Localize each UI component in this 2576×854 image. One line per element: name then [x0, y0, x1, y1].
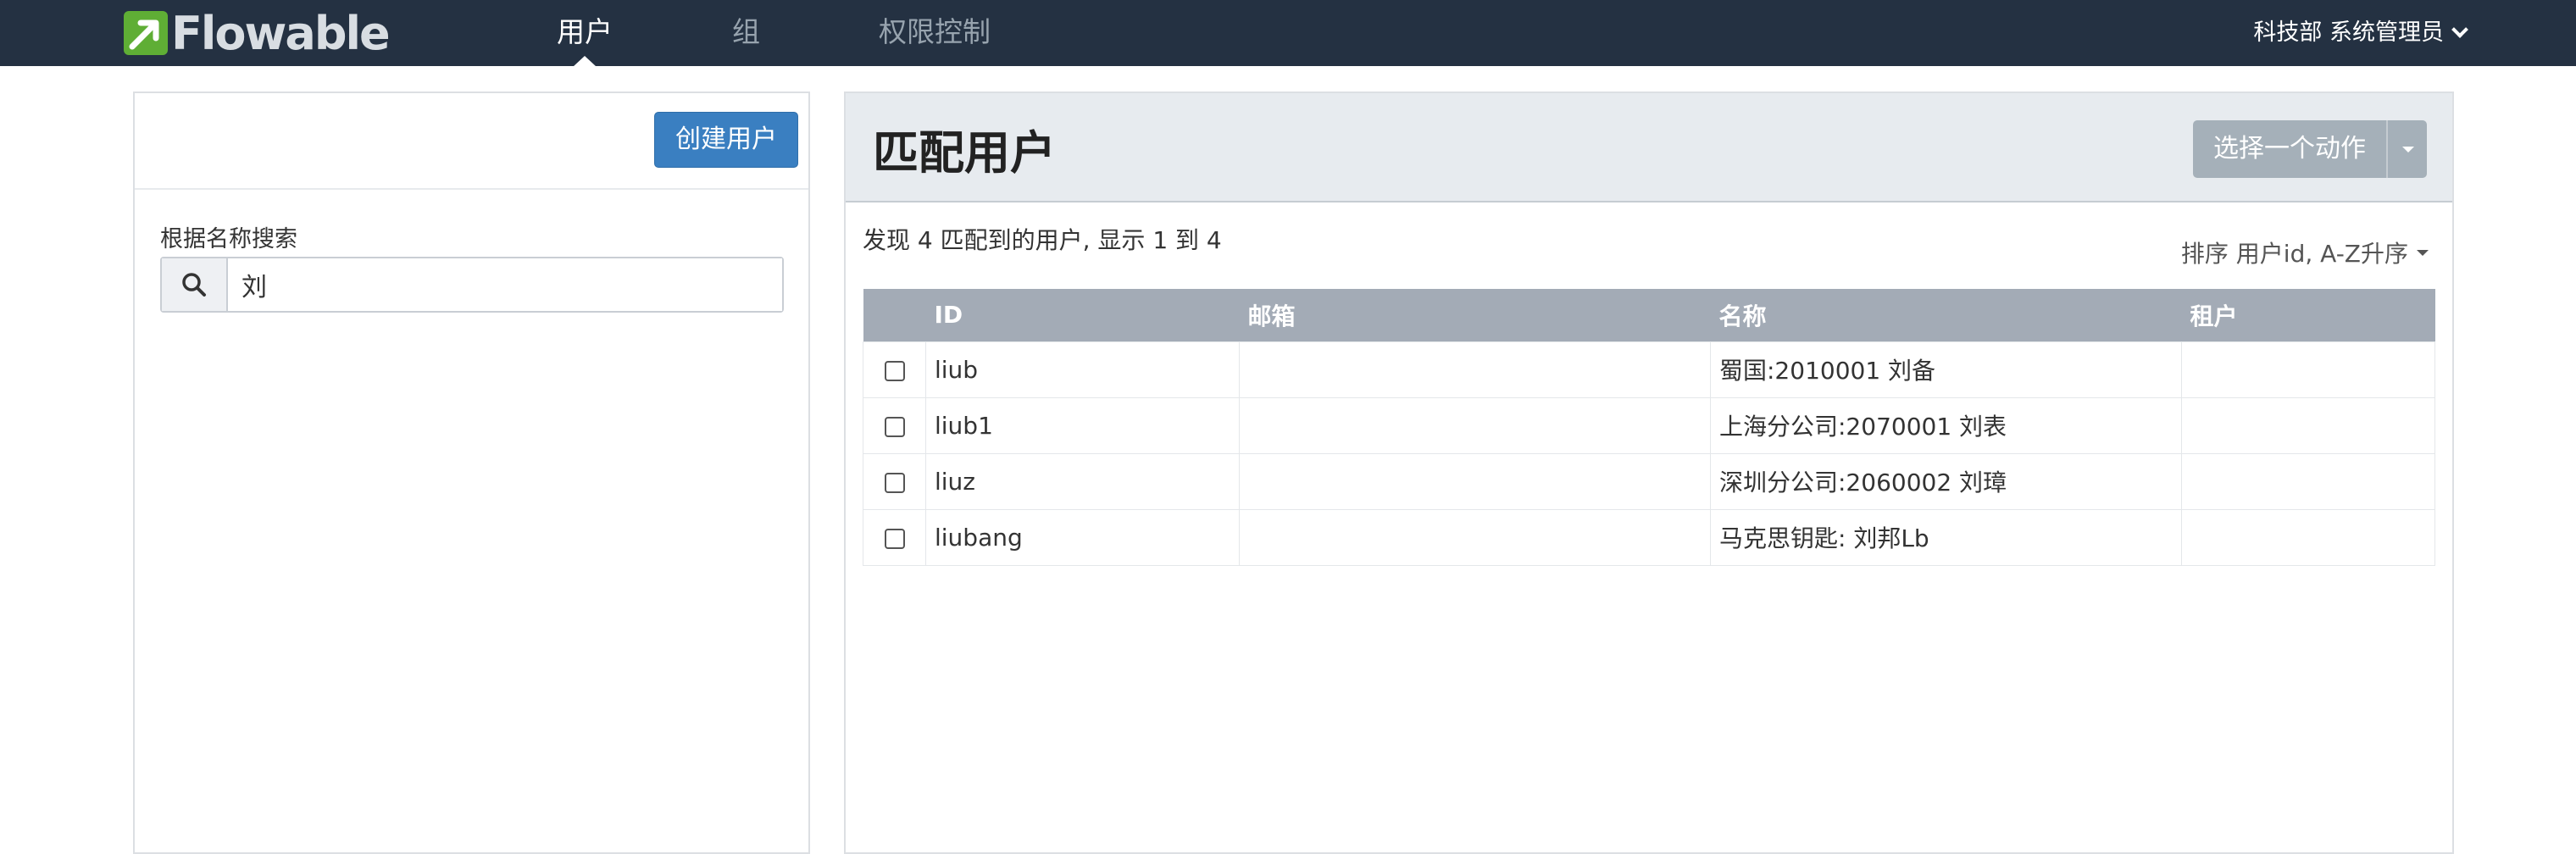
column-header-email[interactable]: 邮箱 — [1239, 289, 1711, 341]
sort-dropdown[interactable]: 排序 用户id, A-Z升序 — [2181, 236, 2429, 269]
table-row[interactable]: liubang 马克思钥匙: 刘邦Lb — [863, 508, 2435, 566]
cell-name: 马克思钥匙: 刘邦Lb — [1710, 508, 2182, 566]
cell-tenant — [2181, 452, 2435, 510]
nav-tab-users[interactable]: 用户 — [557, 0, 613, 67]
sort-label: 排序 用户id, A-Z升序 — [2180, 240, 2408, 268]
table-row[interactable]: liub1 上海分公司:2070001 刘表 — [863, 396, 2435, 454]
cell-email — [1239, 452, 1711, 510]
chevron-down-icon — [2451, 21, 2468, 38]
top-navbar: Flowable 用户 组 权限控制 科技部 系统管理员 — [0, 0, 2576, 67]
cell-name: 上海分公司:2070001 刘表 — [1710, 396, 2182, 454]
action-dropdown: 选择一个动作 — [2193, 120, 2427, 178]
row-checkbox[interactable] — [884, 528, 905, 549]
nav-tab-label: 用户 — [557, 15, 613, 48]
user-menu[interactable]: 科技部 系统管理员 — [2253, 0, 2468, 66]
row-checkbox[interactable] — [884, 472, 905, 493]
column-header-tenant[interactable]: 租户 — [2181, 289, 2435, 341]
column-header-id[interactable]: ID — [925, 289, 1240, 341]
flowable-logo[interactable]: Flowable — [124, 6, 391, 60]
caret-down-icon — [2417, 249, 2429, 256]
table-row[interactable]: liub 蜀国:2010001 刘备 — [863, 341, 2435, 398]
table-header-row: ID 邮箱 名称 租户 — [863, 289, 2435, 341]
nav-tab-label: 权限控制 — [879, 15, 991, 48]
cell-id: liubang — [925, 508, 1240, 566]
matching-users-panel: 匹配用户 选择一个动作 发现 4 匹配到的用户, 显示 1 到 4 排序 用户i… — [844, 92, 2454, 854]
row-checkbox[interactable] — [884, 416, 905, 437]
search-input[interactable] — [228, 258, 782, 311]
cell-name: 深圳分公司:2060002 刘璋 — [1710, 452, 2182, 510]
right-panel-header: 匹配用户 选择一个动作 — [846, 93, 2452, 202]
result-count: 发现 4 匹配到的用户, 显示 1 到 4 — [863, 226, 1222, 254]
search-label: 根据名称搜索 — [160, 226, 297, 252]
nav-tab-label: 组 — [732, 15, 760, 48]
select-column-header — [863, 289, 926, 341]
cell-tenant — [2181, 508, 2435, 566]
row-select-cell — [863, 396, 926, 454]
active-tab-caret — [573, 56, 597, 67]
row-select-cell — [863, 508, 926, 566]
users-table: ID 邮箱 名称 租户 liub 蜀国:2010001 刘备 liub1 上海分… — [863, 289, 2435, 566]
cell-email — [1239, 508, 1711, 566]
cell-id: liub — [925, 341, 1240, 398]
page-title: 匹配用户 — [873, 126, 1056, 180]
cell-email — [1239, 341, 1711, 398]
user-search-panel: 创建用户 根据名称搜索 — [133, 92, 810, 854]
nav-tab-privileges[interactable]: 权限控制 — [879, 0, 991, 66]
row-select-cell — [863, 341, 926, 398]
cell-name: 蜀国:2010001 刘备 — [1710, 341, 2182, 398]
search-group — [160, 257, 784, 313]
cell-id: liub1 — [925, 396, 1240, 454]
row-checkbox[interactable] — [884, 360, 905, 381]
flowable-logo-icon — [124, 11, 168, 55]
row-select-cell — [863, 452, 926, 510]
cell-id: liuz — [925, 452, 1240, 510]
user-menu-label: 科技部 系统管理员 — [2253, 19, 2444, 46]
column-header-name[interactable]: 名称 — [1710, 289, 2182, 341]
cell-tenant — [2181, 396, 2435, 454]
select-action-button[interactable]: 选择一个动作 — [2193, 120, 2386, 178]
table-row[interactable]: liuz 深圳分公司:2060002 刘璋 — [863, 452, 2435, 510]
cell-tenant — [2181, 341, 2435, 398]
left-panel-header: 创建用户 — [135, 93, 808, 190]
create-user-button[interactable]: 创建用户 — [654, 112, 798, 168]
search-icon — [162, 258, 228, 311]
cell-email — [1239, 396, 1711, 454]
brand-name: Flowable — [171, 6, 391, 60]
action-dropdown-toggle[interactable] — [2386, 120, 2427, 178]
nav-tab-groups[interactable]: 组 — [732, 0, 760, 66]
